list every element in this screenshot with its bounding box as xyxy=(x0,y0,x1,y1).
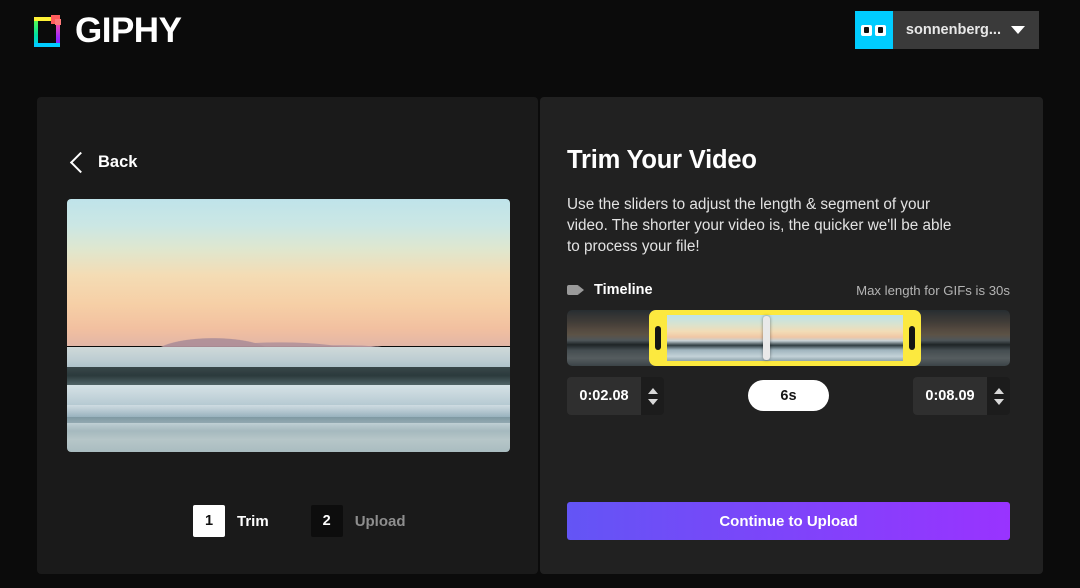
end-time-value[interactable]: 0:08.09 xyxy=(913,377,987,415)
chevron-left-icon xyxy=(68,148,84,176)
trim-handle-right[interactable] xyxy=(909,326,915,350)
caret-down-icon[interactable] xyxy=(994,399,1004,405)
step-trim-label: Trim xyxy=(237,513,269,530)
continue-to-upload-button[interactable]: Continue to Upload xyxy=(567,502,1010,540)
giphy-eyes-avatar-icon xyxy=(855,11,893,49)
brand-logo[interactable]: GIPHY xyxy=(34,8,181,54)
preview-wave xyxy=(67,367,510,386)
preview-surf xyxy=(67,385,510,418)
back-button[interactable]: Back xyxy=(68,148,137,176)
trim-handle-left[interactable] xyxy=(655,326,661,350)
timeline-header: Timeline Max length for GIFs is 30s xyxy=(567,282,1010,298)
back-button-label: Back xyxy=(98,153,137,172)
start-time-value[interactable]: 0:02.08 xyxy=(567,377,641,415)
step-upload-number: 2 xyxy=(311,505,343,537)
trim-selection[interactable] xyxy=(649,310,921,366)
account-username: sonnenberg... xyxy=(893,11,1011,49)
preview-sky xyxy=(67,199,510,346)
start-time-field[interactable]: 0:02.08 xyxy=(567,377,664,415)
account-menu[interactable]: sonnenberg... xyxy=(855,11,1039,49)
preview-shoreline xyxy=(67,417,510,452)
end-time-field[interactable]: 0:08.09 xyxy=(913,377,1010,415)
caret-down-icon[interactable] xyxy=(648,399,658,405)
app-header: GIPHY sonnenberg... xyxy=(0,0,1080,62)
video-preview[interactable] xyxy=(67,199,510,452)
page-description: Use the sliders to adjust the length & s… xyxy=(567,194,959,257)
giphy-logo-icon xyxy=(34,14,64,48)
chevron-down-icon[interactable] xyxy=(1011,11,1039,49)
caret-up-icon[interactable] xyxy=(994,388,1004,394)
step-trim-number: 1 xyxy=(193,505,225,537)
playhead[interactable] xyxy=(763,316,770,360)
giphy-trim-page: GIPHY sonnenberg... Back 1 Trim xyxy=(0,0,1080,588)
end-time-stepper[interactable] xyxy=(987,377,1010,415)
duration-badge: 6s xyxy=(748,380,829,411)
timeline-strip[interactable] xyxy=(567,310,1010,366)
caret-up-icon[interactable] xyxy=(648,388,658,394)
brand-wordmark: GIPHY xyxy=(75,13,181,49)
step-trim[interactable]: 1 Trim xyxy=(193,505,269,537)
trim-selection-thumbnails xyxy=(667,315,903,361)
page-title: Trim Your Video xyxy=(567,146,757,175)
step-indicator: 1 Trim 2 Upload xyxy=(193,505,406,537)
video-camera-icon xyxy=(567,284,584,296)
start-time-stepper[interactable] xyxy=(641,377,664,415)
step-upload[interactable]: 2 Upload xyxy=(311,505,406,537)
max-length-hint: Max length for GIFs is 30s xyxy=(856,283,1010,298)
step-upload-label: Upload xyxy=(355,513,406,530)
timeline-label: Timeline xyxy=(594,282,653,298)
